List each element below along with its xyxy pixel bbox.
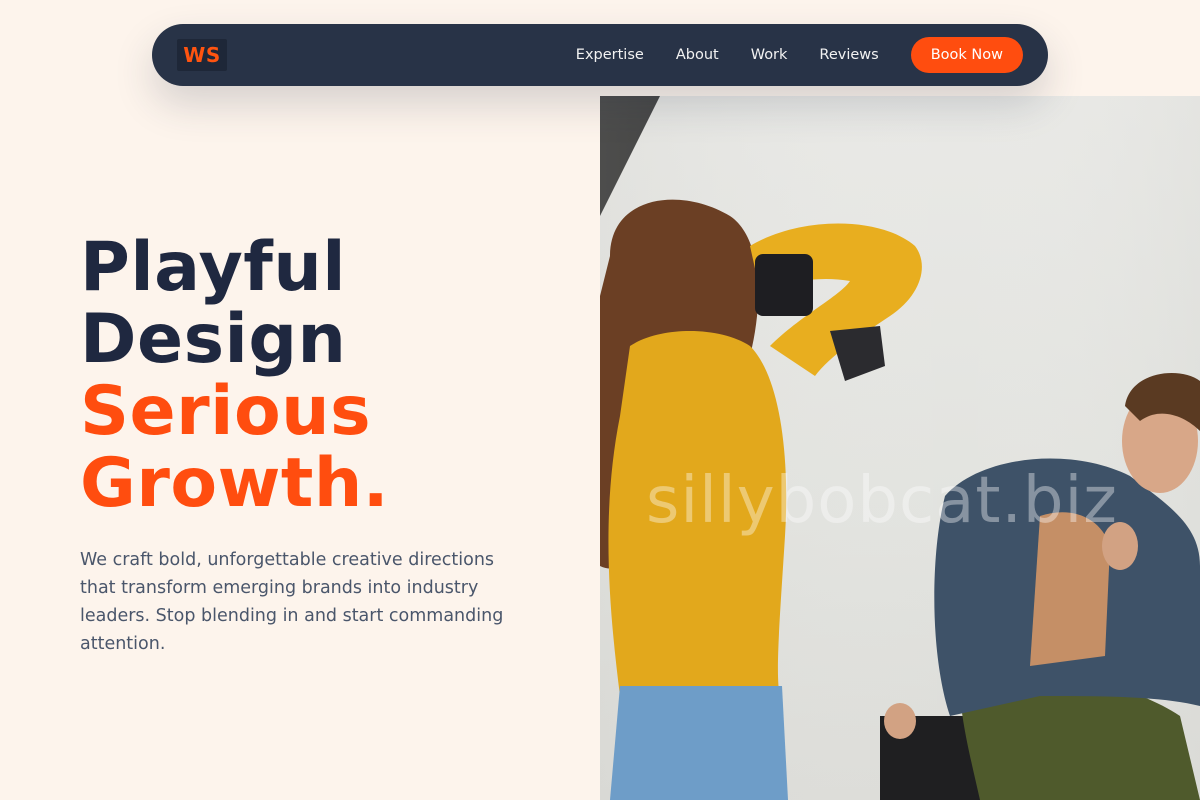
nav-link-reviews[interactable]: Reviews xyxy=(819,47,878,63)
camera xyxy=(755,254,813,316)
hero-title-line-2: Design xyxy=(80,300,347,379)
nav-link-work[interactable]: Work xyxy=(751,47,788,63)
logo[interactable]: WS xyxy=(177,39,227,71)
hero-title-line-1: Playful xyxy=(80,228,347,307)
hero-title-line-3: Serious xyxy=(80,372,372,451)
photo-illustration xyxy=(600,96,1200,800)
nav-link-expertise[interactable]: Expertise xyxy=(576,47,644,63)
hero-photo: sillybobcat.biz xyxy=(600,96,1200,800)
hero-description: We craft bold, unforgettable creative di… xyxy=(80,550,504,654)
photographer-jeans xyxy=(610,686,788,800)
nav-link-about[interactable]: About xyxy=(676,47,719,63)
book-now-button[interactable]: Book Now xyxy=(910,37,1023,73)
nav-links: Expertise About Work Reviews Book Now xyxy=(576,37,1023,73)
hero-title: Playful Design Serious Growth. xyxy=(80,232,389,520)
watermark: sillybobcat.biz xyxy=(646,464,1118,538)
top-nav: WS Expertise About Work Reviews Book Now xyxy=(152,24,1048,86)
hero-title-line-4: Growth. xyxy=(80,444,390,523)
model-hand-stool xyxy=(884,703,916,739)
